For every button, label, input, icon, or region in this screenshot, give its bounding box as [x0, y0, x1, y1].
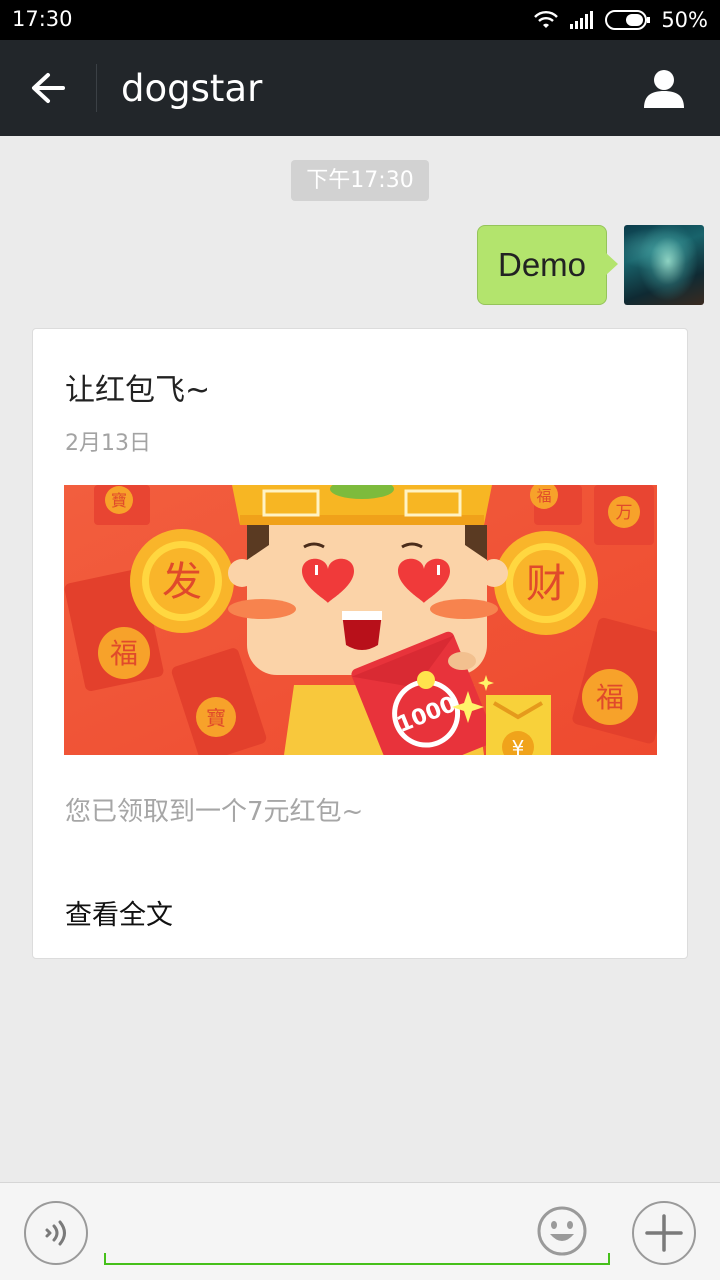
fu-glyph-right: 福: [596, 681, 624, 714]
cai-glyph: 财: [526, 561, 566, 607]
voice-icon: [45, 1220, 66, 1246]
fa-glyph: 发: [162, 559, 202, 605]
chat-title: dogstar: [121, 67, 263, 110]
card-description: 您已领取到一个7元红包~: [65, 797, 364, 827]
message-timestamp: 下午17:30: [291, 160, 429, 201]
bao-glyph-top: 寶: [111, 491, 127, 510]
fu-glyph-left: 福: [110, 637, 138, 670]
wan-glyph: 万: [616, 503, 633, 523]
battery-percent: 50%: [661, 8, 708, 32]
outgoing-message-bubble[interactable]: Demo: [477, 225, 607, 305]
card-date: 2月13日: [65, 431, 151, 456]
more-actions-button[interactable]: [632, 1201, 696, 1265]
input-underline-left: [104, 1253, 106, 1265]
plus-icon: [645, 1214, 683, 1252]
profile-button[interactable]: [638, 64, 690, 112]
profile-icon: [644, 70, 684, 108]
input-bar: [0, 1182, 720, 1280]
user-avatar[interactable]: [624, 225, 704, 305]
message-input[interactable]: [104, 1213, 610, 1265]
article-card[interactable]: 让红包飞~ 2月13日 寶 福 万 福 寶 福 发 财 1000 ¥ 您已领取到…: [32, 328, 688, 959]
input-underline-right: [608, 1253, 610, 1265]
back-button[interactable]: [22, 64, 74, 112]
status-time: 17:30: [12, 7, 73, 31]
yen-glyph: ¥: [512, 736, 525, 755]
signal-icon: [570, 11, 594, 29]
header-divider: [96, 64, 97, 112]
battery-icon: [605, 10, 651, 30]
bao-glyph: 寶: [206, 706, 226, 730]
card-title: 让红包飞~: [65, 373, 211, 408]
read-all-link[interactable]: 查看全文: [65, 893, 173, 932]
fu-glyph-top: 福: [536, 487, 551, 505]
chat-header: dogstar: [0, 40, 720, 136]
emoji-icon: [537, 1206, 587, 1256]
status-bar: 17:30 50%: [0, 0, 720, 40]
card-banner-image: 寶 福 万 福 寶 福 发 财 1000 ¥: [64, 485, 657, 755]
bubble-tail: [606, 253, 618, 275]
status-right: 50%: [533, 6, 708, 34]
emoji-button[interactable]: [536, 1205, 588, 1257]
red-envelope-illustration: 寶 福 万 福 寶 福 发 财 1000 ¥: [64, 485, 657, 755]
wifi-icon: [534, 11, 559, 28]
back-arrow-icon: [32, 73, 65, 103]
voice-button[interactable]: [24, 1201, 88, 1265]
